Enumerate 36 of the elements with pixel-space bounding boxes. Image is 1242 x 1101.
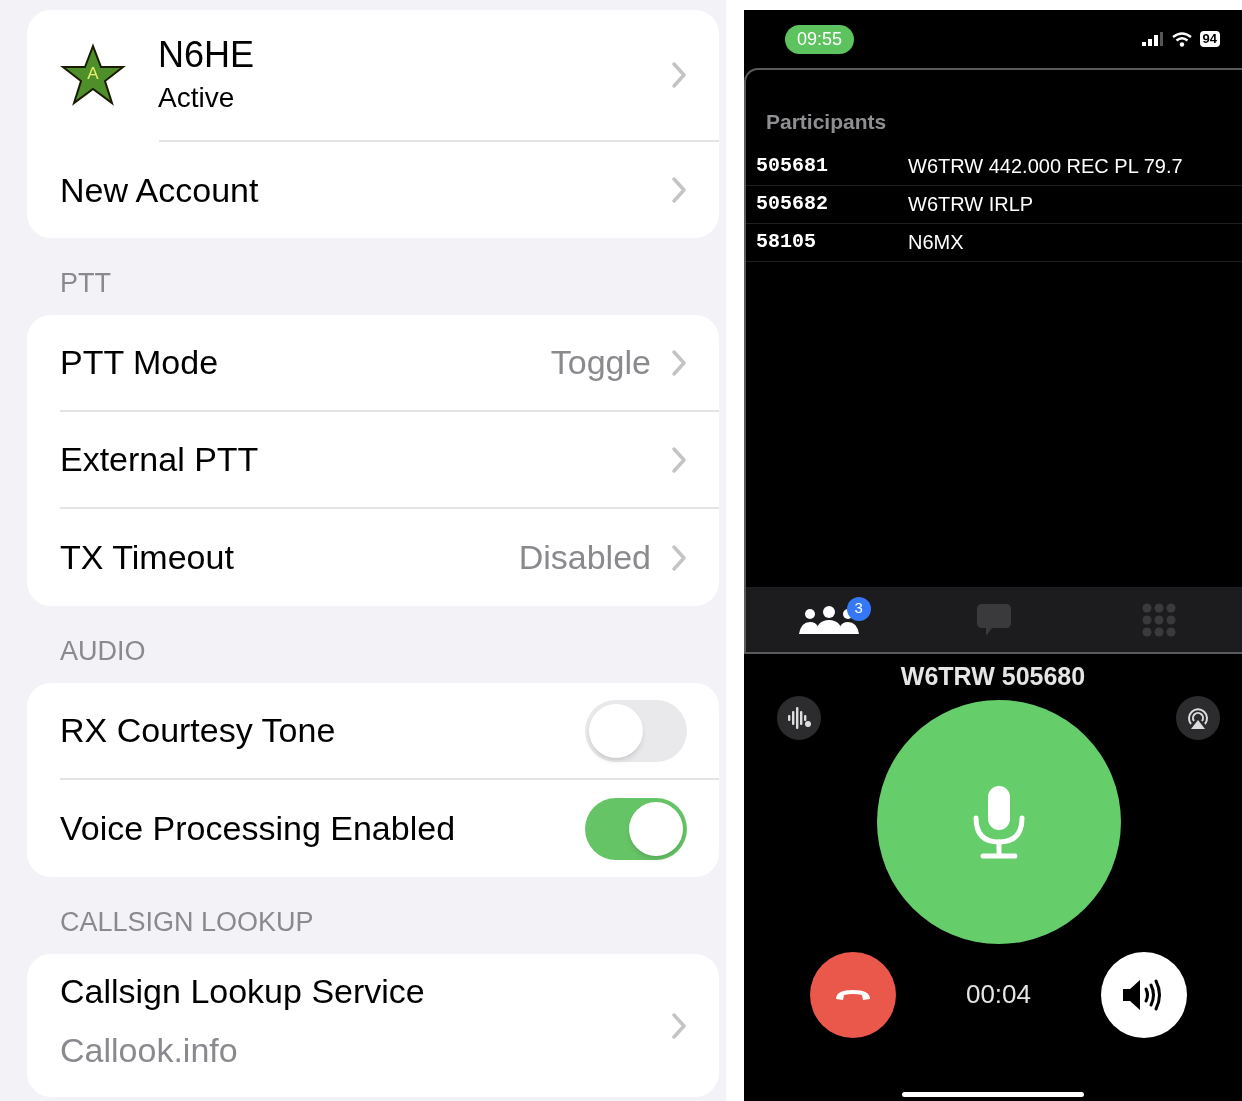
settings-row[interactable]: RX Courtesy Tone [60, 683, 719, 780]
new-account-row[interactable]: New Account [60, 142, 719, 238]
node-number: 505681 [756, 153, 829, 179]
row-label: PTT Mode [60, 342, 219, 383]
account-status: Active [158, 80, 236, 115]
section-header: PTT [60, 270, 111, 297]
settings-row[interactable]: PTT Mode Toggle [60, 315, 719, 412]
participant-name: W6TRW 442.000 REC PL 79.7 [908, 154, 1183, 179]
row-label: TX Timeout [60, 537, 234, 578]
row-subtitle: Callook.info [60, 1029, 239, 1071]
settings-row[interactable]: TX Timeout Disabled [60, 509, 719, 606]
row-label: Callsign Lookup Service [60, 970, 425, 1012]
node-number: 505682 [756, 191, 829, 217]
participant-name: N6MX [908, 230, 964, 255]
row-value: Toggle [550, 342, 651, 383]
row-label: RX Courtesy Tone [60, 710, 336, 751]
row-value: Disabled [518, 537, 651, 578]
battery-level: 94 [1199, 31, 1220, 47]
status-time: 09:55 [785, 24, 855, 54]
account-name: N6HE [158, 32, 255, 77]
settings-row[interactable]: Callsign Lookup Service Callook.info [60, 954, 719, 1097]
participant-name: W6TRW IRLP [908, 192, 1034, 217]
star-badge-icon: A [60, 43, 126, 107]
call-title: W6TRW 505680 [900, 661, 1086, 692]
settings-row[interactable]: Voice Processing Enabled [60, 780, 719, 877]
node-number: 58105 [756, 229, 817, 255]
row-label: External PTT [60, 439, 259, 480]
call-timer: 00:04 [965, 978, 1032, 1011]
count-badge: 3 [846, 596, 871, 621]
settings-row[interactable]: External PTT [60, 412, 719, 509]
section-header: AUDIO [60, 638, 146, 665]
account-row[interactable]: A N6HE Active [60, 10, 719, 140]
sheet-title: Participants [766, 110, 887, 133]
row-label: Voice Processing Enabled [60, 808, 456, 849]
tab-button[interactable]: 3 [788, 594, 869, 645]
section-header: CALLSIGN LOOKUP [60, 909, 314, 936]
